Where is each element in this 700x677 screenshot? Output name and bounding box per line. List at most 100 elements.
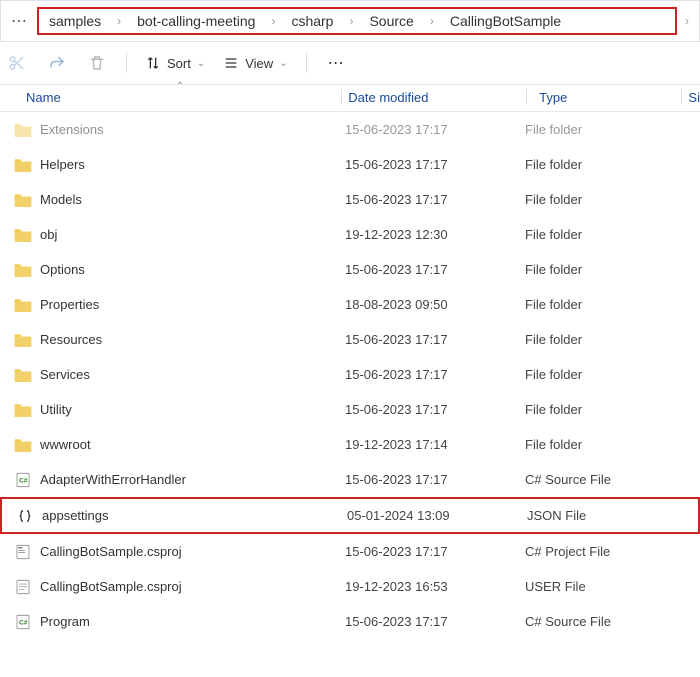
file-date: 19-12-2023 17:14: [345, 437, 525, 452]
file-name: CallingBotSample.csproj: [40, 579, 345, 594]
breadcrumb-item-callingbotsample[interactable]: CallingBotSample: [450, 13, 561, 29]
file-date: 15-06-2023 17:17: [345, 614, 525, 629]
folder-icon: [12, 331, 34, 349]
column-size[interactable]: Si: [688, 90, 700, 105]
more-options-icon[interactable]: ⋯: [325, 52, 347, 74]
file-type: File folder: [525, 297, 685, 312]
file-date: 15-06-2023 17:17: [345, 402, 525, 417]
chevron-right-icon: ›: [430, 14, 434, 28]
share-icon[interactable]: [46, 52, 68, 74]
view-label: View: [245, 56, 273, 71]
file-type: File folder: [525, 192, 685, 207]
file-type: File folder: [525, 227, 685, 242]
file-name: Models: [40, 192, 345, 207]
delete-icon[interactable]: [86, 52, 108, 74]
file-date: 19-12-2023 12:30: [345, 227, 525, 242]
chevron-down-icon: ⌄: [197, 58, 205, 69]
table-row[interactable]: Options15-06-2023 17:17File folder: [0, 252, 700, 287]
file-type: File folder: [525, 332, 685, 347]
table-row[interactable]: wwwroot19-12-2023 17:14File folder: [0, 427, 700, 462]
file-name: wwwroot: [40, 437, 345, 452]
folder-icon: [12, 401, 34, 419]
breadcrumb-item-bot-calling-meeting[interactable]: bot-calling-meeting: [137, 13, 255, 29]
file-list: Extensions15-06-2023 17:17File folderHel…: [0, 112, 700, 639]
file-date: 18-08-2023 09:50: [345, 297, 525, 312]
file-type: JSON File: [527, 508, 687, 523]
sort-indicator-icon: ⌃: [176, 81, 184, 92]
table-row[interactable]: appsettings05-01-2024 13:09JSON File: [0, 497, 700, 534]
folder-icon: [12, 121, 34, 139]
breadcrumb-item-csharp[interactable]: csharp: [291, 13, 333, 29]
file-name: Extensions: [40, 122, 345, 137]
file-date: 15-06-2023 17:17: [345, 472, 525, 487]
chevron-down-icon: ⌄: [279, 58, 287, 69]
table-row[interactable]: Extensions15-06-2023 17:17File folder: [0, 112, 700, 147]
file-name: Helpers: [40, 157, 345, 172]
file-name: Utility: [40, 402, 345, 417]
file-name: Properties: [40, 297, 345, 312]
columns-header: Name Date modified Type Si: [0, 85, 700, 112]
file-type: C# Source File: [525, 472, 685, 487]
table-row[interactable]: C#Program15-06-2023 17:17C# Source File: [0, 604, 700, 639]
file-date: 15-06-2023 17:17: [345, 122, 525, 137]
cut-icon[interactable]: [6, 52, 28, 74]
table-row[interactable]: Resources15-06-2023 17:17File folder: [0, 322, 700, 357]
file-type: File folder: [525, 262, 685, 277]
file-name: appsettings: [42, 508, 347, 523]
folder-icon: [12, 226, 34, 244]
folder-icon: [12, 156, 34, 174]
json-icon: [14, 507, 36, 525]
folder-icon: [12, 296, 34, 314]
toolbar-separator: [126, 53, 127, 73]
view-button[interactable]: View ⌄: [223, 55, 287, 71]
sort-icon: [145, 55, 161, 71]
file-type: File folder: [525, 367, 685, 382]
file-date: 15-06-2023 17:17: [345, 332, 525, 347]
sort-label: Sort: [167, 56, 191, 71]
cs-icon: C#: [12, 613, 34, 631]
column-name[interactable]: Name: [0, 90, 341, 105]
folder-icon: [12, 366, 34, 384]
file-date: 19-12-2023 16:53: [345, 579, 525, 594]
table-row[interactable]: Properties18-08-2023 09:50File folder: [0, 287, 700, 322]
column-date[interactable]: Date modified: [348, 90, 526, 105]
table-row[interactable]: CallingBotSample.csproj19-12-2023 16:53U…: [0, 569, 700, 604]
folder-icon: [12, 261, 34, 279]
file-type: File folder: [525, 402, 685, 417]
file-type: C# Project File: [525, 544, 685, 559]
file-date: 15-06-2023 17:17: [345, 262, 525, 277]
toolbar-separator: [306, 53, 307, 73]
file-name: AdapterWithErrorHandler: [40, 472, 345, 487]
file-date: 05-01-2024 13:09: [347, 508, 527, 523]
table-row[interactable]: Services15-06-2023 17:17File folder: [0, 357, 700, 392]
svg-text:C#: C#: [19, 477, 28, 484]
sort-button[interactable]: Sort ⌄: [145, 55, 205, 71]
table-row[interactable]: obj19-12-2023 12:30File folder: [0, 217, 700, 252]
table-row[interactable]: Models15-06-2023 17:17File folder: [0, 182, 700, 217]
table-row[interactable]: Utility15-06-2023 17:17File folder: [0, 392, 700, 427]
file-name: Services: [40, 367, 345, 382]
file-date: 15-06-2023 17:17: [345, 157, 525, 172]
file-name: Resources: [40, 332, 345, 347]
file-date: 15-06-2023 17:17: [345, 192, 525, 207]
chevron-right-icon: ›: [349, 14, 353, 28]
breadcrumb-item-source[interactable]: Source: [369, 13, 413, 29]
breadcrumb-item-samples[interactable]: samples: [49, 13, 101, 29]
column-type[interactable]: Type: [533, 90, 681, 105]
breadcrumb-bar: ⋯ samples › bot-calling-meeting › csharp…: [0, 0, 700, 42]
breadcrumb-more-icon[interactable]: ⋯: [11, 11, 27, 31]
csproj-icon: [12, 543, 34, 561]
file-type: File folder: [525, 122, 685, 137]
file-name: Options: [40, 262, 345, 277]
file-type: File folder: [525, 437, 685, 452]
folder-icon: [12, 436, 34, 454]
view-icon: [223, 55, 239, 71]
table-row[interactable]: CallingBotSample.csproj15-06-2023 17:17C…: [0, 534, 700, 569]
table-row[interactable]: C# AdapterWithErrorHandler15-06-2023 17:1…: [0, 462, 700, 497]
chevron-right-icon[interactable]: ›: [685, 14, 689, 28]
file-type: USER File: [525, 579, 685, 594]
table-row[interactable]: Helpers15-06-2023 17:17File folder: [0, 147, 700, 182]
breadcrumb: samples › bot-calling-meeting › csharp ›…: [37, 7, 677, 35]
cs-icon: C#: [12, 471, 34, 489]
file-type: File folder: [525, 157, 685, 172]
